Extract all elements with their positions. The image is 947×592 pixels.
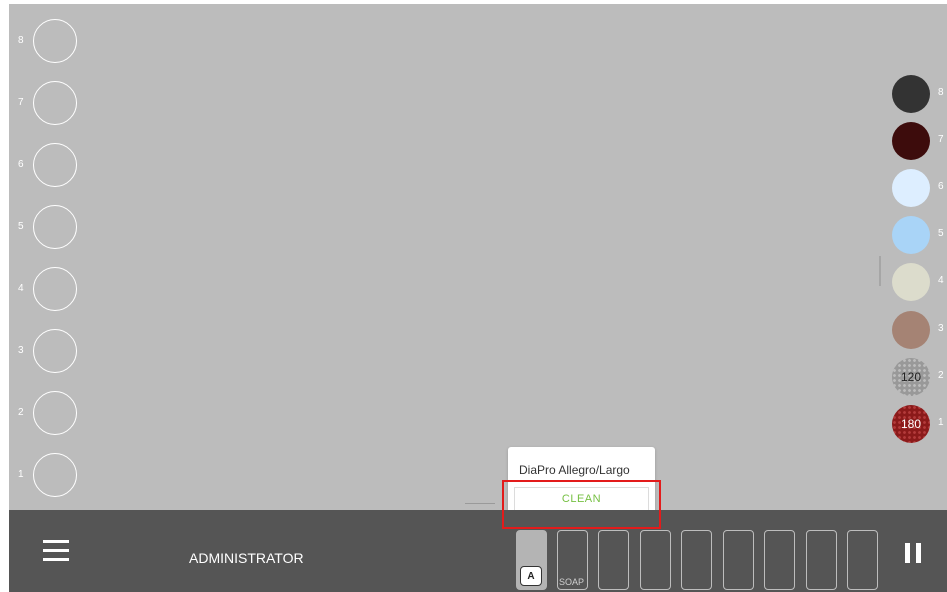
swatch-row-8: 8	[887, 74, 947, 114]
swatch-row-7: 7	[887, 121, 947, 161]
slot-number: 7	[18, 97, 24, 108]
tray-9[interactable]	[847, 530, 878, 590]
slot-number: 6	[18, 159, 24, 170]
swatch-row-5: 5	[887, 215, 947, 255]
slot-number: 2	[18, 407, 24, 418]
slot-number: 8	[18, 35, 24, 46]
tray-label: SOAP	[559, 577, 585, 587]
slot-row-7: 7	[9, 79, 89, 129]
slot-row-6: 6	[9, 141, 89, 191]
slot-number: 5	[18, 221, 24, 232]
tray-8[interactable]	[806, 530, 837, 590]
empty-slot-8[interactable]	[33, 19, 77, 63]
empty-slot-5[interactable]	[33, 205, 77, 249]
color-swatch-7[interactable]	[892, 122, 930, 160]
tray-7[interactable]	[764, 530, 795, 590]
swatch-row-1: 180 1	[887, 404, 947, 444]
slot-row-2: 2	[9, 389, 89, 439]
color-swatch-4[interactable]	[892, 263, 930, 301]
divider-line	[465, 503, 495, 504]
color-swatch-6[interactable]	[892, 169, 930, 207]
swatch-number: 1	[938, 417, 944, 428]
slot-row-8: 8	[9, 17, 89, 67]
popup-title: DiaPro Allegro/Largo	[519, 463, 630, 477]
swatch-row-2: 120 2	[887, 357, 947, 397]
empty-slot-7[interactable]	[33, 81, 77, 125]
swatch-number: 5	[938, 228, 944, 239]
user-name: ADMINISTRATOR	[189, 550, 304, 566]
swatch-row-6: 6	[887, 168, 947, 208]
workspace: 8 7 6 5 4 3 2 1 8 7 6 5 4 3 120 2 180 1 …	[9, 4, 947, 592]
color-swatch-1[interactable]: 180	[892, 405, 930, 443]
swatch-row-4: 4	[887, 262, 947, 302]
slot-row-1: 1	[9, 451, 89, 501]
empty-slot-3[interactable]	[33, 329, 77, 373]
swatch-label: 180	[900, 417, 922, 431]
slot-row-4: 4	[9, 265, 89, 315]
tray-6[interactable]	[723, 530, 754, 590]
swatch-number: 3	[938, 323, 944, 334]
swatch-number: 8	[938, 87, 944, 98]
hamburger-menu-icon[interactable]	[41, 540, 71, 564]
swatch-label: 120	[900, 370, 922, 384]
color-swatch-5[interactable]	[892, 216, 930, 254]
slot-number: 4	[18, 283, 24, 294]
slot-row-5: 5	[9, 203, 89, 253]
color-swatch-8[interactable]	[892, 75, 930, 113]
color-swatch-2[interactable]: 120	[892, 358, 930, 396]
empty-slot-1[interactable]	[33, 453, 77, 497]
slot-number: 1	[18, 469, 24, 480]
scroll-handle[interactable]	[879, 256, 881, 286]
empty-slot-2[interactable]	[33, 391, 77, 435]
empty-slot-6[interactable]	[33, 143, 77, 187]
slot-row-3: 3	[9, 327, 89, 377]
bottom-bar: ADMINISTRATOR A SOAP	[9, 510, 947, 592]
swatch-number: 2	[938, 370, 944, 381]
swatch-row-3: 3	[887, 310, 947, 350]
tray-4[interactable]	[640, 530, 671, 590]
empty-slot-4[interactable]	[33, 267, 77, 311]
tray-1[interactable]: A	[516, 530, 547, 590]
color-swatch-3[interactable]	[892, 311, 930, 349]
swatch-number: 6	[938, 181, 944, 192]
slot-number: 3	[18, 345, 24, 356]
tray-badge: A	[520, 566, 542, 586]
swatch-number: 4	[938, 275, 944, 286]
tray-2[interactable]: SOAP	[557, 530, 588, 590]
clean-button[interactable]: CLEAN	[514, 487, 649, 511]
tray-5[interactable]	[681, 530, 712, 590]
tray-3[interactable]	[598, 530, 629, 590]
pause-icon[interactable]	[905, 543, 921, 563]
swatch-number: 7	[938, 134, 944, 145]
